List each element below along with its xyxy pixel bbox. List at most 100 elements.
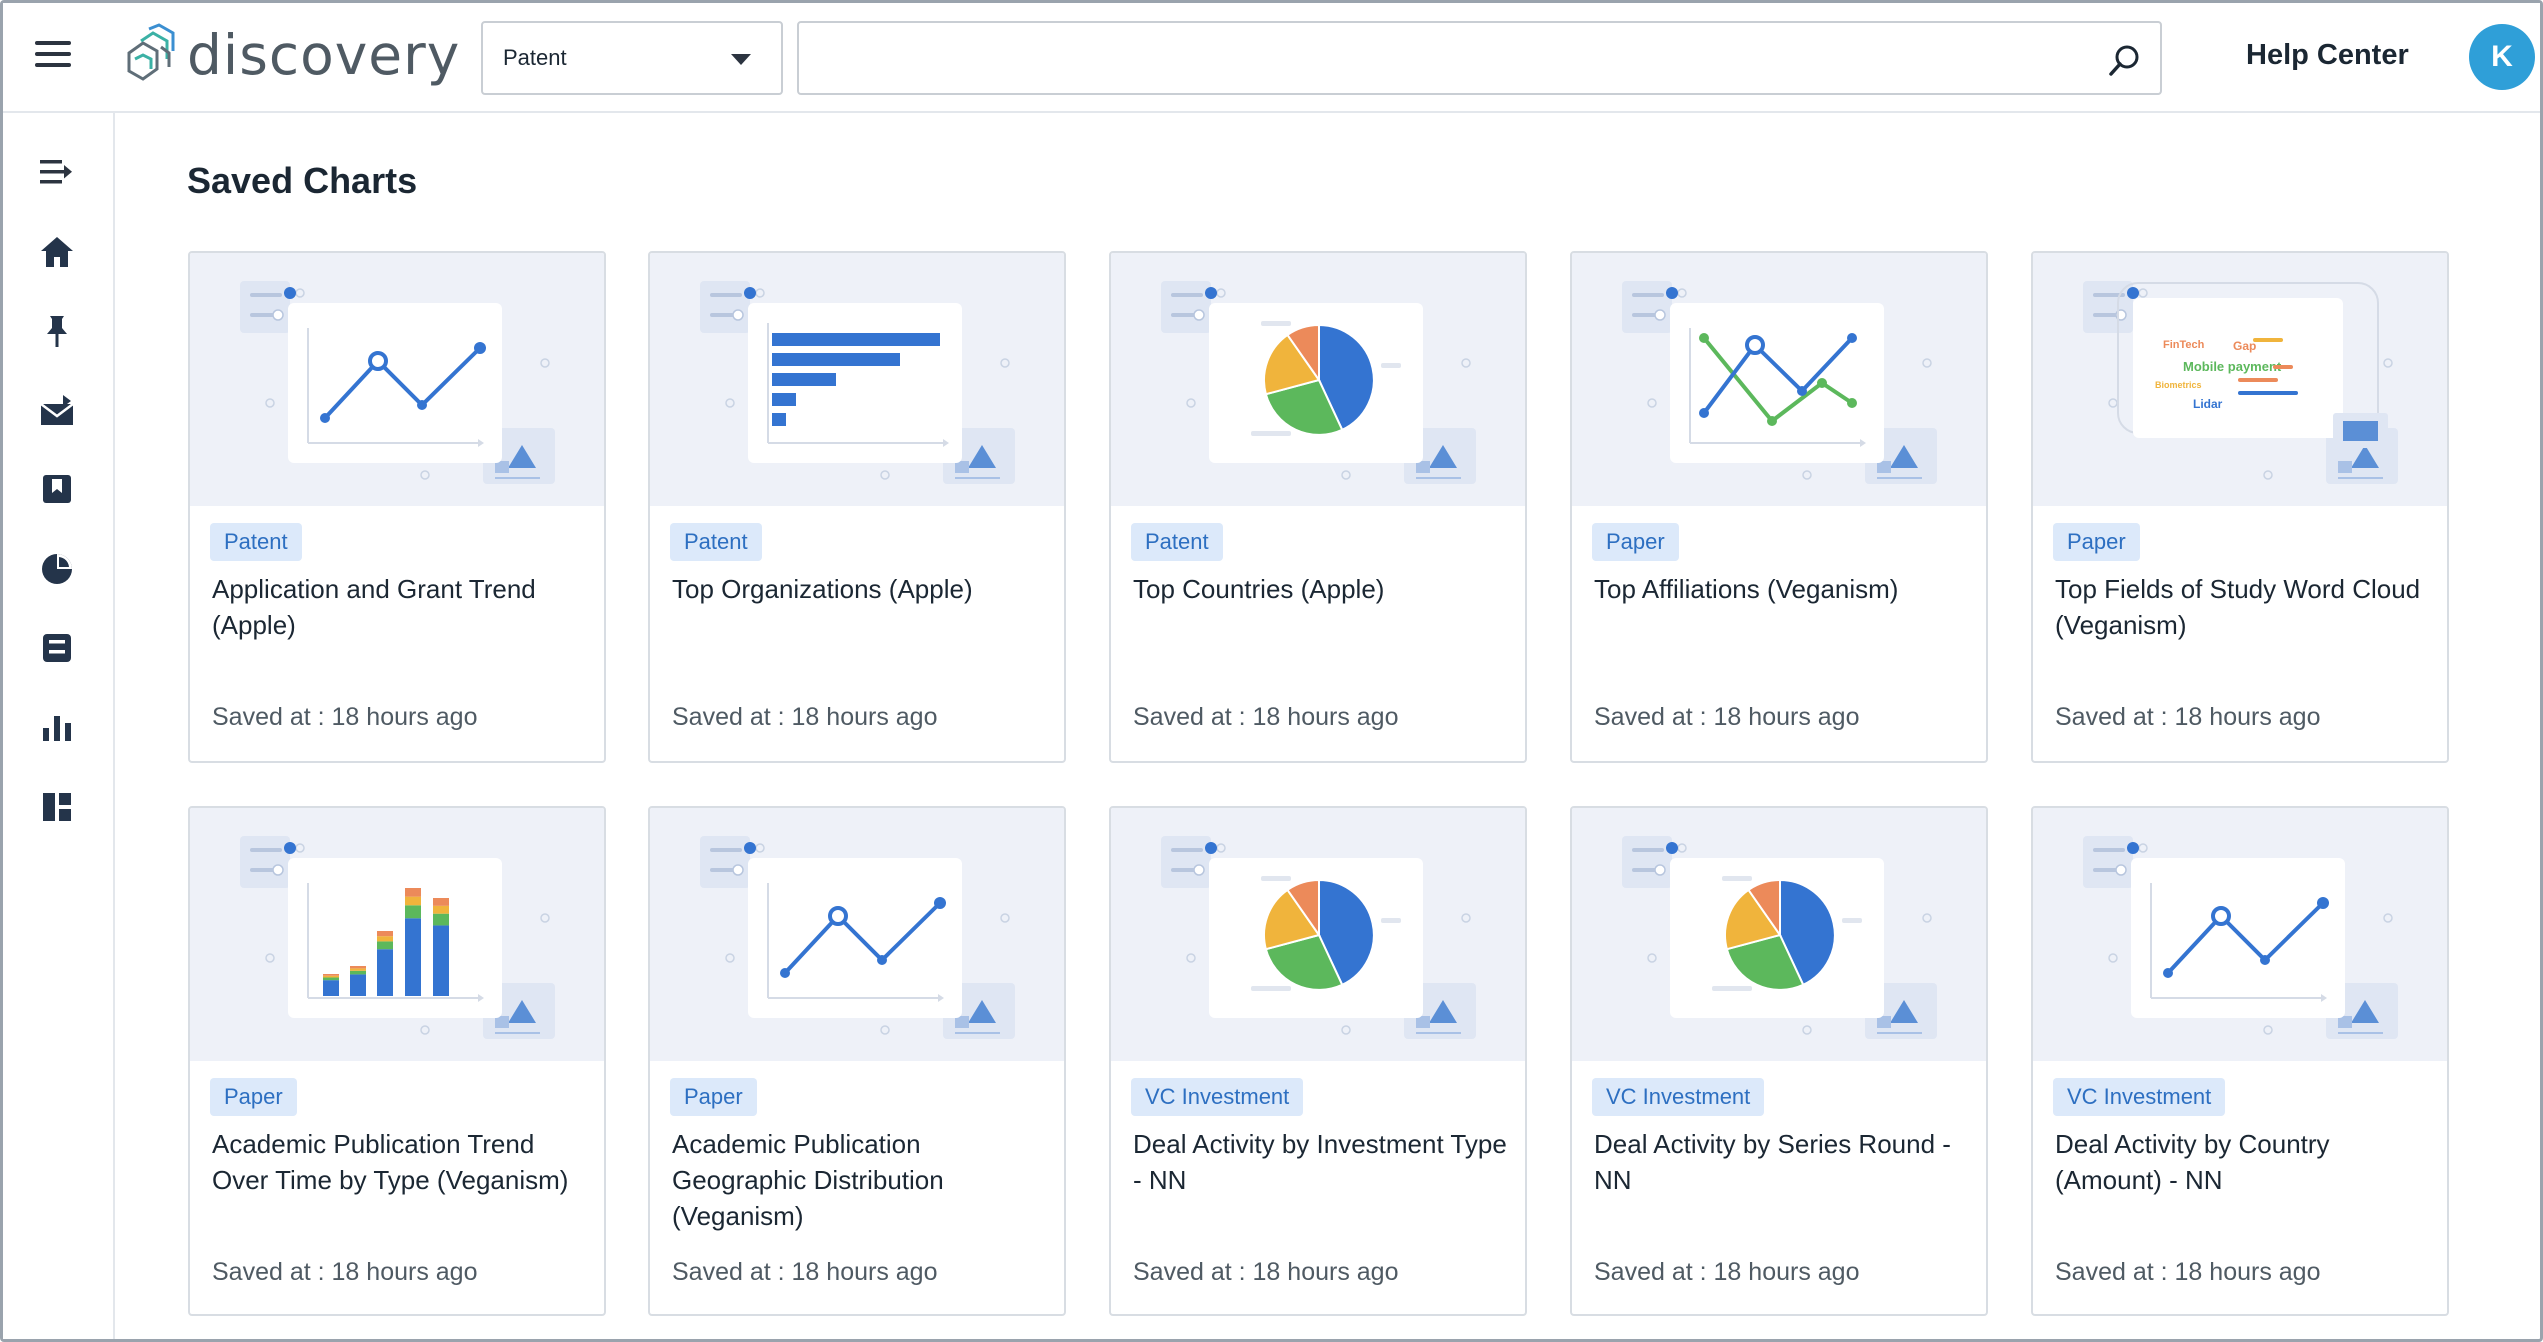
chart-thumbnail — [650, 808, 1064, 1061]
card-title: Academic Publication Trend Over Time by … — [212, 1126, 586, 1198]
saved-chart-card[interactable]: FinTechGapMobile paymentBiometricsLidar … — [2031, 251, 2449, 763]
category-badge: Patent — [670, 523, 762, 561]
card-title: Deal Activity by Investment Type - NN — [1133, 1126, 1507, 1198]
category-badge: Patent — [1131, 523, 1223, 561]
saved-chart-card[interactable]: Patent Top Countries (Apple) Saved at : … — [1109, 251, 1527, 763]
sidebar-item-charts[interactable] — [33, 703, 81, 751]
chart-thumbnail-graphic — [1572, 253, 1988, 506]
chart-thumbnail-graphic — [650, 253, 1066, 506]
sidebar-item-pinned[interactable] — [33, 307, 81, 355]
saved-at-label: Saved at : — [672, 703, 785, 731]
saved-at-label: Saved at : — [1133, 1258, 1246, 1286]
saved-chart-card[interactable]: Paper Top Affiliations (Veganism) Saved … — [1570, 251, 1988, 763]
search-icon[interactable] — [2108, 43, 2142, 77]
bar-chart-icon — [42, 712, 72, 742]
category-badge: VC Investment — [2053, 1078, 2225, 1116]
saved-chart-card[interactable]: VC Investment Deal Activity by Country (… — [2031, 806, 2449, 1316]
chart-thumbnail — [1572, 253, 1986, 506]
sidebar-item-inbox[interactable] — [33, 386, 81, 434]
search-type-select[interactable]: Patent — [481, 21, 783, 95]
saved-at-value: 18 hours ago — [1714, 1258, 1860, 1286]
inbox-icon — [39, 394, 75, 426]
category-badge: VC Investment — [1131, 1078, 1303, 1116]
saved-at-value: 18 hours ago — [1714, 703, 1860, 731]
saved-at: Saved at : 18 hours ago — [212, 1258, 477, 1287]
saved-chart-card[interactable]: VC Investment Deal Activity by Investmen… — [1109, 806, 1527, 1316]
save-icon — [42, 633, 72, 663]
chart-thumbnail-graphic — [1111, 253, 1527, 506]
saved-at-value: 18 hours ago — [332, 1258, 478, 1286]
saved-at: Saved at : 18 hours ago — [2055, 1258, 2320, 1287]
chart-thumbnail — [650, 253, 1064, 506]
saved-at: Saved at : 18 hours ago — [1133, 703, 1398, 732]
sidebar-item-saved[interactable] — [33, 624, 81, 672]
dashboard-icon — [43, 793, 71, 821]
saved-at-value: 18 hours ago — [2175, 703, 2321, 731]
card-title: Top Affiliations (Veganism) — [1594, 571, 1968, 607]
saved-at-label: Saved at : — [2055, 1258, 2168, 1286]
category-badge: Paper — [2053, 523, 2140, 561]
chart-thumbnail-graphic — [190, 808, 606, 1061]
svg-text:Biometrics: Biometrics — [2155, 380, 2202, 390]
sidebar-item-dashboards[interactable] — [33, 783, 81, 831]
saved-chart-card[interactable]: Patent Application and Grant Trend (Appl… — [188, 251, 606, 763]
saved-at: Saved at : 18 hours ago — [1594, 1258, 1859, 1287]
saved-at-label: Saved at : — [212, 1258, 325, 1286]
saved-at-value: 18 hours ago — [2175, 1258, 2321, 1286]
sidebar-item-expand[interactable] — [33, 148, 81, 196]
saved-at-label: Saved at : — [1133, 703, 1246, 731]
card-title: Application and Grant Trend (Apple) — [212, 571, 586, 643]
top-bar: discovery Patent Help Center K — [3, 3, 2540, 113]
search-input[interactable] — [799, 23, 2079, 93]
saved-chart-card[interactable]: Paper Academic Publication Trend Over Ti… — [188, 806, 606, 1316]
logo-text: discovery — [187, 23, 460, 87]
saved-chart-card[interactable]: VC Investment Deal Activity by Series Ro… — [1570, 806, 1988, 1316]
category-badge: Paper — [670, 1078, 757, 1116]
saved-chart-card[interactable]: Paper Academic Publication Geographic Di… — [648, 806, 1066, 1316]
pin-icon — [44, 314, 70, 348]
page-title: Saved Charts — [187, 160, 417, 202]
help-center-link[interactable]: Help Center — [2246, 39, 2409, 72]
app-logo[interactable]: discovery — [121, 23, 460, 87]
saved-at-label: Saved at : — [2055, 703, 2168, 731]
saved-at-label: Saved at : — [672, 1258, 785, 1286]
saved-at-value: 18 hours ago — [792, 703, 938, 731]
hamburger-menu-icon[interactable] — [35, 41, 71, 71]
chart-thumbnail — [190, 253, 604, 506]
chart-thumbnail — [2033, 808, 2447, 1061]
pie-chart-icon — [41, 553, 73, 585]
svg-text:Lidar: Lidar — [2193, 397, 2223, 411]
category-badge: Paper — [1592, 523, 1679, 561]
saved-at-label: Saved at : — [212, 703, 325, 731]
saved-at: Saved at : 18 hours ago — [2055, 703, 2320, 732]
saved-at-label: Saved at : — [1594, 703, 1707, 731]
chart-thumbnail-graphic — [190, 253, 606, 506]
chart-thumbnail-graphic — [1111, 808, 1527, 1061]
chart-thumbnail-graphic — [650, 808, 1066, 1061]
avatar[interactable]: K — [2469, 24, 2535, 90]
saved-at-value: 18 hours ago — [332, 703, 478, 731]
svg-text:Gap: Gap — [2233, 339, 2256, 353]
card-title: Top Countries (Apple) — [1133, 571, 1507, 607]
bookmark-icon — [42, 474, 72, 504]
sidebar-item-bookmarks[interactable] — [33, 465, 81, 513]
card-title: Top Fields of Study Word Cloud (Veganism… — [2055, 571, 2429, 643]
sidebar-item-analytics[interactable] — [33, 545, 81, 593]
saved-at: Saved at : 18 hours ago — [1594, 703, 1859, 732]
chart-thumbnail — [1111, 808, 1525, 1061]
category-badge: Paper — [210, 1078, 297, 1116]
sidebar-item-home[interactable] — [33, 228, 81, 276]
saved-at-value: 18 hours ago — [1253, 1258, 1399, 1286]
chart-thumbnail: FinTechGapMobile paymentBiometricsLidar — [2033, 253, 2447, 506]
search-bar — [797, 21, 2162, 95]
category-badge: VC Investment — [1592, 1078, 1764, 1116]
chart-thumbnail-graphic: FinTechGapMobile paymentBiometricsLidar — [2033, 253, 2449, 506]
card-title: Top Organizations (Apple) — [672, 571, 1046, 607]
discovery-logo-icon — [121, 23, 179, 87]
saved-at: Saved at : 18 hours ago — [672, 1258, 937, 1287]
saved-at: Saved at : 18 hours ago — [212, 703, 477, 732]
expand-icon — [40, 159, 74, 185]
svg-text:FinTech: FinTech — [2163, 339, 2205, 351]
saved-chart-card[interactable]: Patent Top Organizations (Apple) Saved a… — [648, 251, 1066, 763]
saved-at-value: 18 hours ago — [792, 1258, 938, 1286]
